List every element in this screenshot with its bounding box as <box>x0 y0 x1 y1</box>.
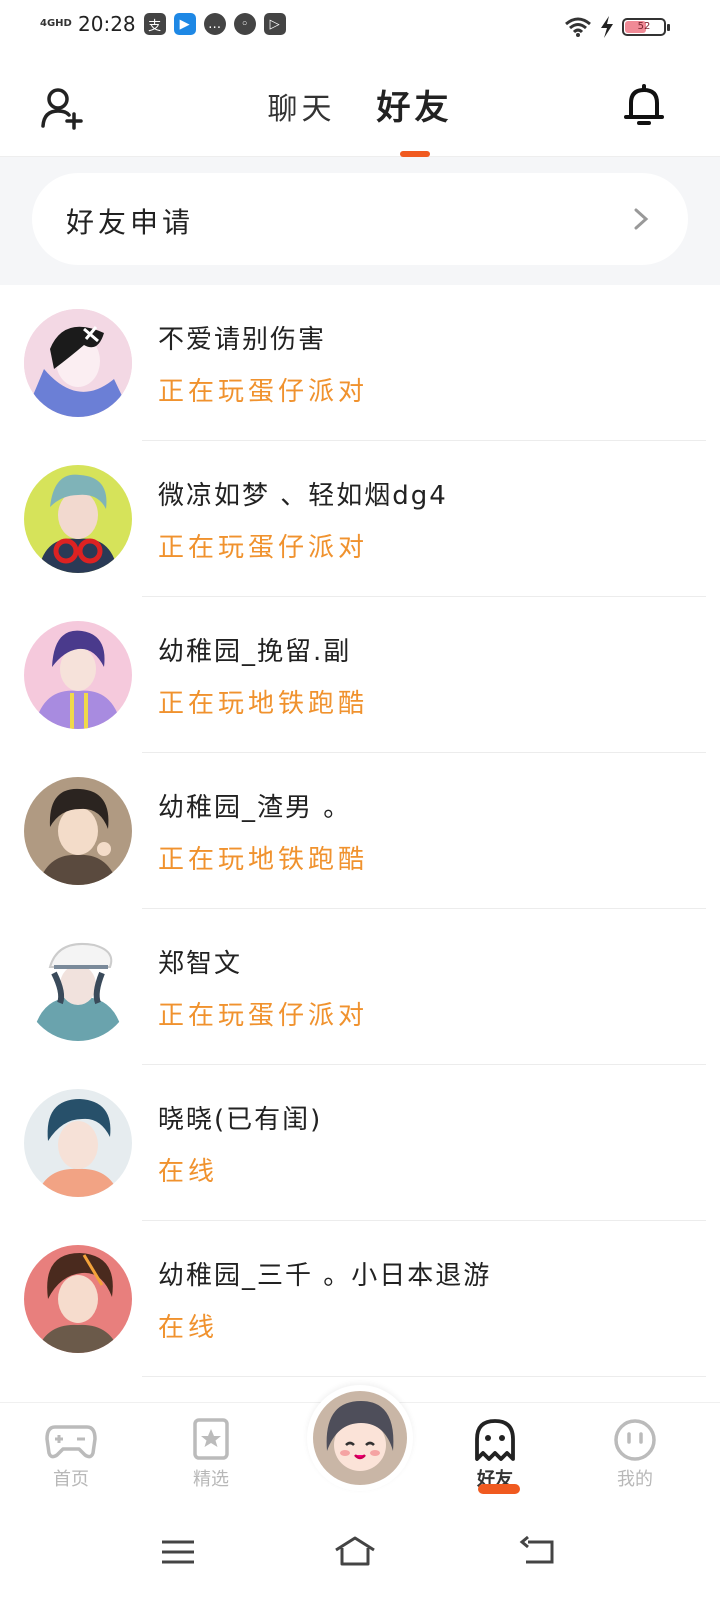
tab-friends[interactable]: 好友 <box>376 80 453 157</box>
face-icon <box>614 1419 656 1461</box>
charging-icon <box>601 16 613 38</box>
bell-icon[interactable] <box>620 82 668 130</box>
avatar <box>24 933 132 1041</box>
divider <box>142 1376 706 1377</box>
star-icon <box>193 1418 229 1460</box>
friend-name: 幼稚园_三千 。小日本退游 <box>158 1261 492 1291</box>
avatar <box>24 777 132 885</box>
friend-status: 正在玩蛋仔派对 <box>158 533 369 563</box>
friend-request-label: 好友申请 <box>66 206 195 239</box>
battery-level: 52 <box>637 21 651 32</box>
friend-status: 在线 <box>158 1313 219 1343</box>
friend-request-button[interactable]: 好友申请 <box>32 173 688 265</box>
nav-featured[interactable]: 精选 <box>166 1417 256 1491</box>
gamepad-icon <box>45 1425 97 1459</box>
home-icon[interactable] <box>332 1532 378 1572</box>
nav-home[interactable]: 首页 <box>26 1417 116 1491</box>
ghost-icon <box>475 1419 515 1461</box>
header-tabs: 聊天 好友 <box>0 80 720 157</box>
center-avatar-button[interactable] <box>313 1391 407 1485</box>
friend-name: 晓晓(已有闺) <box>158 1105 323 1135</box>
battery-icon: 52 <box>622 18 670 36</box>
friend-item[interactable]: 幼稚园_渣男 。 正在玩地铁跑酷 <box>0 753 720 909</box>
clock: 20:28 <box>78 12 136 36</box>
app-notification-icon: 支 <box>143 13 166 35</box>
nav-profile[interactable]: 我的 <box>590 1417 680 1491</box>
wifi-icon <box>565 17 591 37</box>
friend-name: 郑智文 <box>158 949 243 979</box>
nav-friends[interactable]: 好友 <box>450 1417 540 1491</box>
tab-chat[interactable]: 聊天 <box>267 84 335 128</box>
friend-item[interactable]: 微凉如梦 、轻如烟dg4 正在玩蛋仔派对 <box>0 441 720 597</box>
friend-name: 微凉如梦 、轻如烟dg4 <box>158 481 448 511</box>
friend-name: 幼稚园_挽留.副 <box>158 637 352 667</box>
top-header: 聊天 好友 <box>0 56 720 157</box>
friend-status: 正在玩地铁跑酷 <box>158 845 369 875</box>
app-notification-icon: ▶ <box>173 13 196 35</box>
friend-request-section: 好友申请 <box>0 157 720 285</box>
back-icon[interactable] <box>518 1532 558 1572</box>
avatar <box>24 1089 132 1197</box>
friend-item[interactable]: 幼稚园_挽留.副 正在玩地铁跑酷 <box>0 597 720 753</box>
friend-item[interactable]: 郑智文 正在玩蛋仔派对 <box>0 909 720 1065</box>
friend-item[interactable]: 幼稚园_三千 。小日本退游 在线 <box>0 1221 720 1377</box>
tab-friends-label: 好友 <box>376 88 453 128</box>
friend-list: 不爱请别伤害 正在玩蛋仔派对 微凉如梦 、轻如烟dg4 正在玩蛋仔派对 幼稚园_… <box>0 285 720 1377</box>
friend-name: 不爱请别伤害 <box>158 325 327 355</box>
avatar <box>24 621 132 729</box>
avatar <box>24 1245 132 1353</box>
friend-item[interactable]: 不爱请别伤害 正在玩蛋仔派对 <box>0 285 720 441</box>
avatar <box>24 309 132 417</box>
menu-icon[interactable] <box>158 1532 198 1572</box>
network-indicator: 4GHD <box>40 18 72 29</box>
active-nav-indicator <box>478 1484 520 1494</box>
nav-label: 首页 <box>53 1469 89 1490</box>
message-icon: … <box>203 13 226 35</box>
video-app-icon: ▷ <box>263 13 286 35</box>
friend-item[interactable]: 晓晓(已有闺) 在线 <box>0 1065 720 1221</box>
system-nav-bar <box>0 1506 720 1600</box>
avatar <box>24 465 132 573</box>
friend-status: 在线 <box>158 1157 219 1187</box>
nav-label: 我的 <box>617 1469 653 1490</box>
friend-name: 幼稚园_渣男 。 <box>158 793 352 823</box>
nav-label: 精选 <box>193 1469 229 1490</box>
friend-status: 正在玩蛋仔派对 <box>158 1001 369 1031</box>
status-bar: 4GHD 20:28 支 ▶ … ◦ ▷ 52 <box>0 0 720 56</box>
wechat-icon: ◦ <box>233 13 256 35</box>
friend-status: 正在玩蛋仔派对 <box>158 377 369 407</box>
chevron-right-icon <box>634 208 649 230</box>
friend-status: 正在玩地铁跑酷 <box>158 689 369 719</box>
